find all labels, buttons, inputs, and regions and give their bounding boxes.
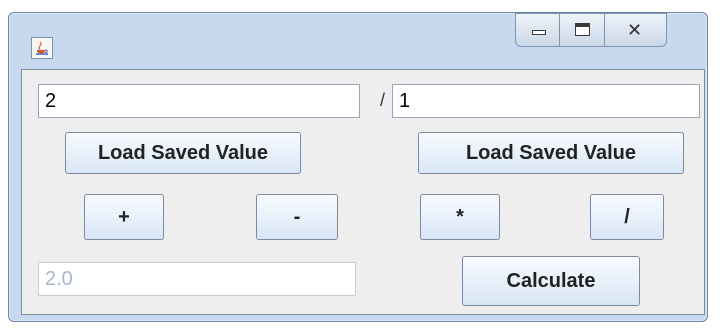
load-saved-right-button[interactable]: Load Saved Value — [418, 132, 684, 174]
window-caption-buttons: ✕ — [515, 13, 667, 49]
calculator-panel: 2 / 1 Load Saved Value Load Saved Value … — [21, 69, 705, 315]
result-field: 2.0 — [38, 262, 356, 296]
left-operand-input[interactable]: 2 — [38, 84, 360, 118]
title-bar[interactable]: ✕ — [9, 13, 707, 63]
app-window: ✕ 2 / 1 Load Saved Value Load Saved Valu… — [8, 12, 708, 322]
close-button[interactable]: ✕ — [605, 13, 667, 47]
plus-button[interactable]: + — [84, 194, 164, 240]
minus-button[interactable]: - — [256, 194, 338, 240]
right-operand-input[interactable]: 1 — [392, 84, 700, 118]
minimize-icon — [532, 30, 546, 35]
multiply-button[interactable]: * — [420, 194, 500, 240]
java-cup-icon[interactable] — [31, 37, 53, 59]
maximize-button[interactable] — [560, 13, 605, 47]
division-separator-label: / — [380, 90, 386, 110]
load-saved-left-button[interactable]: Load Saved Value — [65, 132, 301, 174]
divide-button[interactable]: / — [590, 194, 664, 240]
minimize-button[interactable] — [515, 13, 560, 47]
maximize-icon — [575, 23, 590, 36]
close-icon: ✕ — [627, 20, 643, 41]
calculate-button[interactable]: Calculate — [462, 256, 640, 306]
